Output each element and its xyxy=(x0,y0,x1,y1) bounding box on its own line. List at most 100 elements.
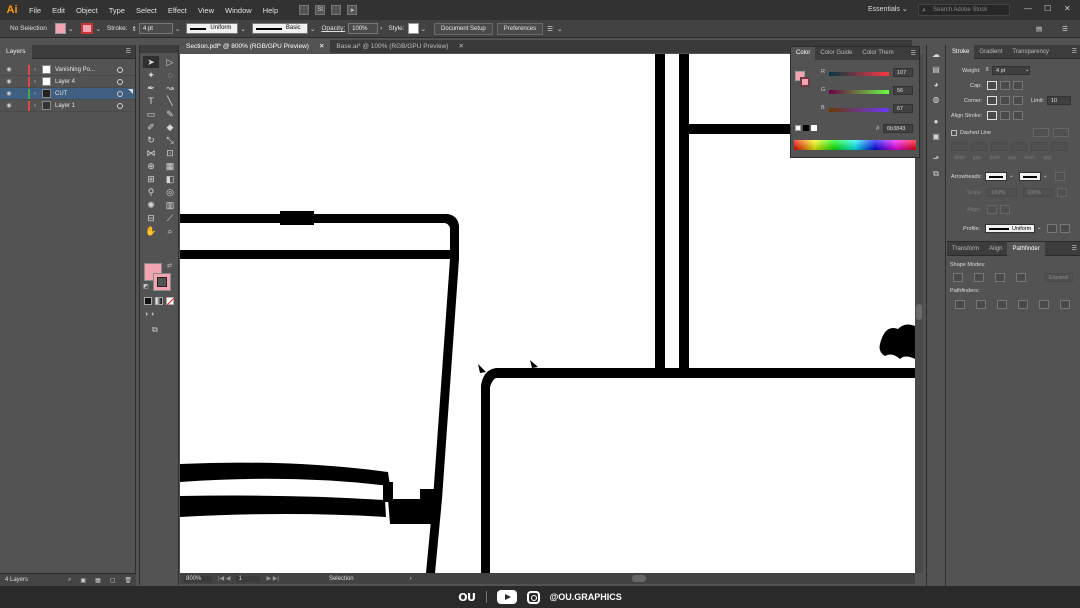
expand-button[interactable]: Expand xyxy=(1045,273,1073,282)
menu-help[interactable]: Help xyxy=(263,6,278,15)
stroke-weight-dropdown-icon[interactable]: ⌄ xyxy=(175,25,180,33)
tab-stroke[interactable]: Stroke xyxy=(947,44,975,59)
color-guide-icon[interactable]: ◍ xyxy=(930,95,942,105)
free-transform-tool-icon[interactable]: ⊡ xyxy=(162,147,178,159)
profile-dropdown-icon[interactable]: ⌄ xyxy=(240,25,245,33)
hex-value-field[interactable]: 6b3843 xyxy=(883,124,913,133)
stroke-stepper-icon[interactable]: ⇕ xyxy=(132,25,137,33)
tab-pathfinder[interactable]: Pathfinder xyxy=(1007,241,1045,256)
menu-object[interactable]: Object xyxy=(76,6,98,15)
blue-value-field[interactable]: 67 xyxy=(893,104,913,113)
end-arrowhead-select[interactable] xyxy=(1019,172,1041,181)
divide-icon[interactable] xyxy=(955,300,965,309)
visibility-eye-icon[interactable]: ◉ xyxy=(4,102,14,109)
gap-field-1[interactable] xyxy=(971,142,987,151)
next-artboard-icon[interactable]: ▶ ▶| xyxy=(266,575,278,582)
stock-search-input[interactable]: ⌕ Search Adobe Stock xyxy=(918,4,1010,16)
close-icon[interactable]: ✕ xyxy=(1064,4,1071,13)
panel-menu-icon[interactable]: ☰ xyxy=(1062,25,1068,33)
preferences-button[interactable]: Preferences xyxy=(496,22,544,35)
fill-swatch[interactable] xyxy=(55,23,66,34)
slice-tool-icon[interactable]: ⟋ xyxy=(162,212,178,224)
projecting-cap-icon[interactable] xyxy=(1013,81,1023,90)
workspace-switcher[interactable]: Essentials ⌄ xyxy=(868,5,908,13)
profile-select[interactable]: Uniform xyxy=(985,224,1035,233)
butt-cap-icon[interactable] xyxy=(987,81,997,90)
close-tab-icon[interactable]: ✕ xyxy=(458,40,463,53)
delete-layer-icon[interactable]: 🗑 xyxy=(124,577,132,584)
red-value-field[interactable]: 107 xyxy=(893,68,913,77)
tab-base-ai[interactable]: Base.ai* @ 100% (RGB/GPU Preview) ✕ xyxy=(330,40,470,53)
eraser-tool-icon[interactable]: ◆ xyxy=(162,121,178,133)
intersect-icon[interactable] xyxy=(995,273,1005,282)
magic-wand-tool-icon[interactable]: ✦ xyxy=(143,69,159,81)
round-join-icon[interactable] xyxy=(1000,96,1010,105)
type-tool-icon[interactable]: T xyxy=(143,95,159,107)
status-menu-icon[interactable]: › xyxy=(410,576,412,582)
graphic-style-swatch[interactable] xyxy=(407,23,419,34)
artboard-number-field[interactable]: 1 xyxy=(236,575,261,582)
maximize-icon[interactable]: ☐ xyxy=(1044,4,1051,13)
pen-tool-icon[interactable]: ✒ xyxy=(143,82,159,94)
new-layer-icon[interactable]: ▢ xyxy=(110,577,116,584)
fill-dropdown-icon[interactable]: ⌄ xyxy=(68,25,73,33)
dash-field-1[interactable] xyxy=(951,142,967,151)
layer-row[interactable]: ◉ › Vanishing Po... xyxy=(0,64,135,76)
rectangle-tool-icon[interactable]: ▭ xyxy=(143,108,159,120)
eyedropper-tool-icon[interactable]: ⚲ xyxy=(143,186,159,198)
align-outside-icon[interactable] xyxy=(1013,111,1023,120)
gradient-mode-icon[interactable] xyxy=(155,297,163,305)
locate-object-icon[interactable]: ⌕ xyxy=(68,577,71,584)
target-circle-icon[interactable] xyxy=(117,67,123,73)
blue-slider[interactable] xyxy=(829,108,889,112)
profile-dropdown-icon[interactable]: ⌄ xyxy=(1037,225,1042,231)
menu-view[interactable]: View xyxy=(198,6,214,15)
dash-field-2[interactable] xyxy=(991,142,1007,151)
green-slider[interactable] xyxy=(829,90,889,94)
shape-builder-tool-icon[interactable]: ⊕ xyxy=(143,160,159,172)
close-tab-icon[interactable]: ✕ xyxy=(319,40,324,53)
arrange-documents-icon[interactable] xyxy=(331,5,342,15)
tab-align[interactable]: Align xyxy=(984,242,1007,256)
tab-color-guide[interactable]: Color Guide xyxy=(815,47,857,60)
tab-transparency[interactable]: Transparency xyxy=(1007,45,1053,59)
align-center-icon[interactable] xyxy=(987,111,997,120)
end-scale-field[interactable]: 100% xyxy=(1023,188,1053,197)
new-sublayer-icon[interactable]: ▦ xyxy=(95,577,101,584)
artboard-tool-icon[interactable]: ⊟ xyxy=(143,212,159,224)
variable-width-profile[interactable]: Uniform xyxy=(186,23,239,34)
start-arrowhead-select[interactable] xyxy=(985,172,1007,181)
control-panel-menu-icon[interactable]: ⌄ xyxy=(557,25,562,33)
target-circle-icon[interactable] xyxy=(117,103,123,109)
layer-row[interactable]: ◉ › Layer 4 xyxy=(0,76,135,88)
first-artboard-icon[interactable]: |◀ ◀ xyxy=(218,575,230,582)
arrow-place-icon[interactable] xyxy=(1000,205,1010,214)
red-slider[interactable] xyxy=(829,72,889,76)
expand-chevron-icon[interactable]: › xyxy=(34,91,42,97)
opacity-label[interactable]: Opacity: xyxy=(321,25,345,32)
screen-mode-icon[interactable]: ⧉ xyxy=(152,325,158,335)
minus-front-icon[interactable] xyxy=(974,273,984,282)
color-mode-icon[interactable] xyxy=(144,297,152,305)
tab-transform[interactable]: Transform xyxy=(947,242,984,256)
layers-menu-icon[interactable]: ☰ xyxy=(126,48,131,55)
selection-tool-icon[interactable]: ➤ xyxy=(143,56,159,68)
default-fill-stroke-icon[interactable]: ◩ xyxy=(143,283,149,290)
arrange-docs-icon[interactable]: ▤ xyxy=(1036,25,1042,33)
dashed-line-checkbox[interactable] xyxy=(951,130,957,136)
hand-tool-icon[interactable]: ✋ xyxy=(143,225,159,237)
gpu-performance-icon[interactable]: ➤ xyxy=(347,5,358,15)
stock-icon[interactable]: St xyxy=(315,5,326,15)
round-cap-icon[interactable] xyxy=(1000,81,1010,90)
layer-name[interactable]: Layer 4 xyxy=(55,79,75,85)
rotate-tool-icon[interactable]: ↻ xyxy=(143,134,159,146)
visibility-eye-icon[interactable]: ◉ xyxy=(4,90,14,97)
document-setup-button[interactable]: Document Setup xyxy=(434,22,493,35)
tab-section-pdf[interactable]: Section.pdf* @ 800% (RGB/GPU Preview) ✕ xyxy=(180,40,331,53)
preserve-dash-icon[interactable] xyxy=(1033,128,1049,137)
shaper-tool-icon[interactable]: ✐ xyxy=(143,121,159,133)
black-color-icon[interactable] xyxy=(803,125,809,131)
gradient-tool-icon[interactable]: ◧ xyxy=(162,173,178,185)
menu-window[interactable]: Window xyxy=(225,6,252,15)
miter-join-icon[interactable] xyxy=(987,96,997,105)
